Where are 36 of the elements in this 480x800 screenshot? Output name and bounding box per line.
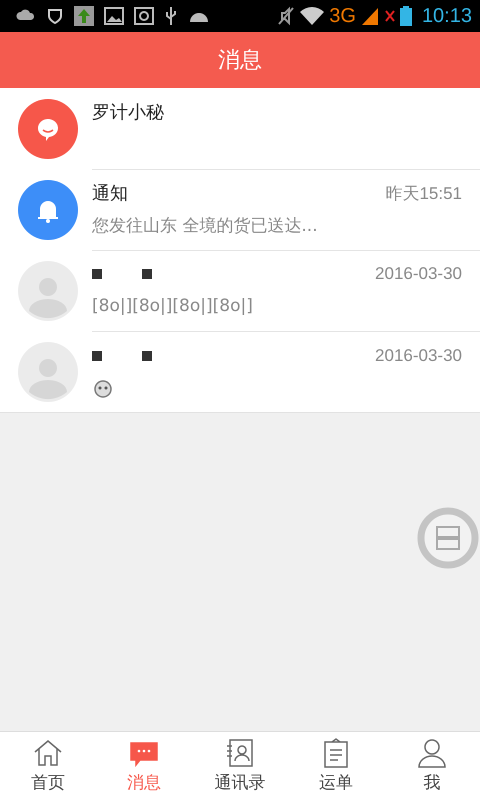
conversation-item[interactable]: 通知 昨天15:51 您发往山东 全境的货已送达... [0, 169, 480, 250]
conversation-item[interactable]: 2016-03-30 [0, 331, 480, 412]
user-avatar-icon [18, 342, 78, 402]
contact-name: 通知 [92, 182, 128, 205]
mute-icon [277, 6, 296, 26]
user-avatar-icon [18, 260, 78, 320]
nav-tab[interactable]: 我 [384, 732, 480, 800]
conversation-item[interactable]: 罗计小秘 [0, 88, 480, 169]
contacts-icon [224, 738, 256, 768]
home-icon [32, 738, 64, 768]
nav-tab[interactable]: 通讯录 [192, 732, 288, 800]
sync-icon [134, 7, 154, 25]
message-time: 昨天15:51 [385, 182, 462, 204]
image-icon [104, 7, 124, 25]
bell-avatar-icon [18, 180, 78, 240]
page-title: 消息 [218, 47, 262, 75]
message-time: 2016-03-30 [375, 346, 462, 366]
wifi-icon [299, 6, 326, 26]
clock: 10:13 [422, 4, 472, 28]
signal-icon [360, 6, 380, 26]
message-preview: 您发往山东 全境的货已送达... [92, 214, 318, 236]
conversation-item[interactable]: 2016-03-30 [8o|][8o|][8o|][8o|] [0, 250, 480, 331]
message-preview: [8o|][8o|][8o|][8o|] [92, 296, 253, 316]
no-signal-icon [384, 9, 396, 23]
person-icon [416, 738, 448, 768]
floating-menu-button[interactable] [416, 506, 480, 570]
network-type: 3G [329, 4, 356, 28]
nav-tab[interactable]: 首页 [0, 732, 96, 800]
usb-icon [164, 6, 178, 26]
battery-icon [400, 6, 412, 26]
shield-icon [46, 7, 64, 25]
nav-tab[interactable]: 运单 [288, 732, 384, 800]
contact-name: 罗计小秘 [92, 101, 164, 124]
chat-bubble-avatar-icon [18, 98, 78, 158]
upload-icon [74, 6, 94, 26]
message-time: 2016-03-30 [375, 264, 462, 284]
